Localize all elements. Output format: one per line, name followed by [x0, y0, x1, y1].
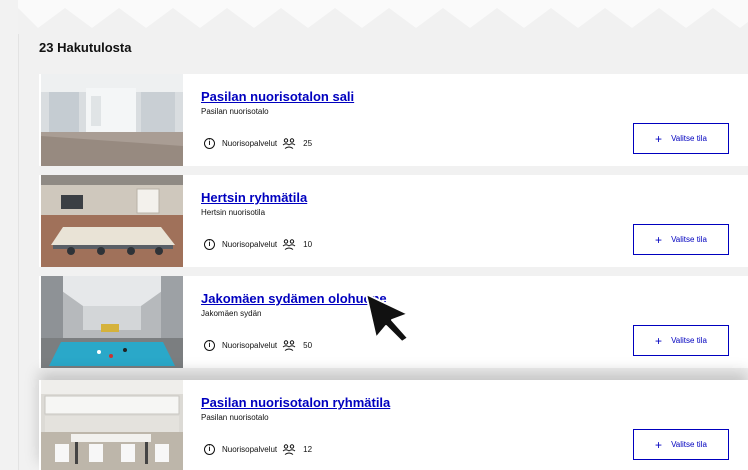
space-location: Jakomäen sydän — [201, 309, 262, 318]
info-icon[interactable]: i — [204, 443, 215, 455]
unit-label: Nuorisopalvelut — [222, 138, 278, 148]
select-space-button[interactable]: + Valitse tila — [633, 429, 729, 460]
info-icon[interactable]: i — [204, 339, 215, 351]
results-count: 23 Hakutulosta — [39, 40, 132, 55]
plus-icon: + — [655, 333, 663, 348]
result-card: Pasilan nuorisotalon ryhmätila Pasilan n… — [39, 380, 748, 470]
select-space-label: Valitse tila — [671, 134, 707, 143]
people-icon — [282, 443, 296, 455]
space-meta: i Nuorisopalvelut 10 — [204, 237, 312, 251]
space-meta: i Nuorisopalvelut 12 — [204, 442, 312, 456]
space-photo — [41, 380, 183, 470]
select-space-button[interactable]: + Valitse tila — [633, 123, 729, 154]
space-title-link[interactable]: Pasilan nuorisotalon ryhmätila — [201, 395, 390, 410]
select-space-label: Valitse tila — [671, 440, 707, 449]
info-icon[interactable]: i — [204, 137, 215, 149]
space-meta: i Nuorisopalvelut 25 — [204, 136, 312, 150]
capacity-value: 12 — [303, 444, 313, 454]
space-photo — [41, 175, 183, 267]
space-title-link[interactable]: Jakomäen sydämen olohuone — [201, 291, 387, 306]
space-photo — [41, 276, 183, 368]
space-location: Pasilan nuorisotalo — [201, 107, 269, 116]
unit-label: Nuorisopalvelut — [222, 239, 278, 249]
capacity-value: 10 — [303, 239, 313, 249]
mouse-cursor-icon — [365, 293, 409, 343]
unit-label: Nuorisopalvelut — [222, 444, 278, 454]
capacity-value: 25 — [303, 138, 313, 148]
space-meta: i Nuorisopalvelut 50 — [204, 338, 312, 352]
select-space-label: Valitse tila — [671, 336, 707, 345]
result-card: Pasilan nuorisotalon sali Pasilan nuoris… — [39, 74, 748, 166]
plus-icon: + — [655, 437, 663, 452]
select-space-button[interactable]: + Valitse tila — [633, 224, 729, 255]
space-location: Hertsin nuorisotila — [201, 208, 266, 217]
people-icon — [282, 238, 296, 250]
space-photo — [41, 74, 183, 166]
select-space-label: Valitse tila — [671, 235, 707, 244]
result-card: Hertsin ryhmätila Hertsin nuorisotila i … — [39, 175, 748, 267]
people-icon — [282, 339, 296, 351]
unit-label: Nuorisopalvelut — [222, 340, 278, 350]
people-icon — [282, 137, 296, 149]
decorative-zigzag-border — [18, 0, 748, 34]
info-icon[interactable]: i — [204, 238, 215, 250]
space-location: Pasilan nuorisotalo — [201, 413, 269, 422]
plus-icon: + — [655, 232, 663, 247]
space-title-link[interactable]: Pasilan nuorisotalon sali — [201, 89, 354, 104]
select-space-button[interactable]: + Valitse tila — [633, 325, 729, 356]
capacity-value: 50 — [303, 340, 313, 350]
plus-icon: + — [655, 131, 663, 146]
space-title-link[interactable]: Hertsin ryhmätila — [201, 190, 307, 205]
